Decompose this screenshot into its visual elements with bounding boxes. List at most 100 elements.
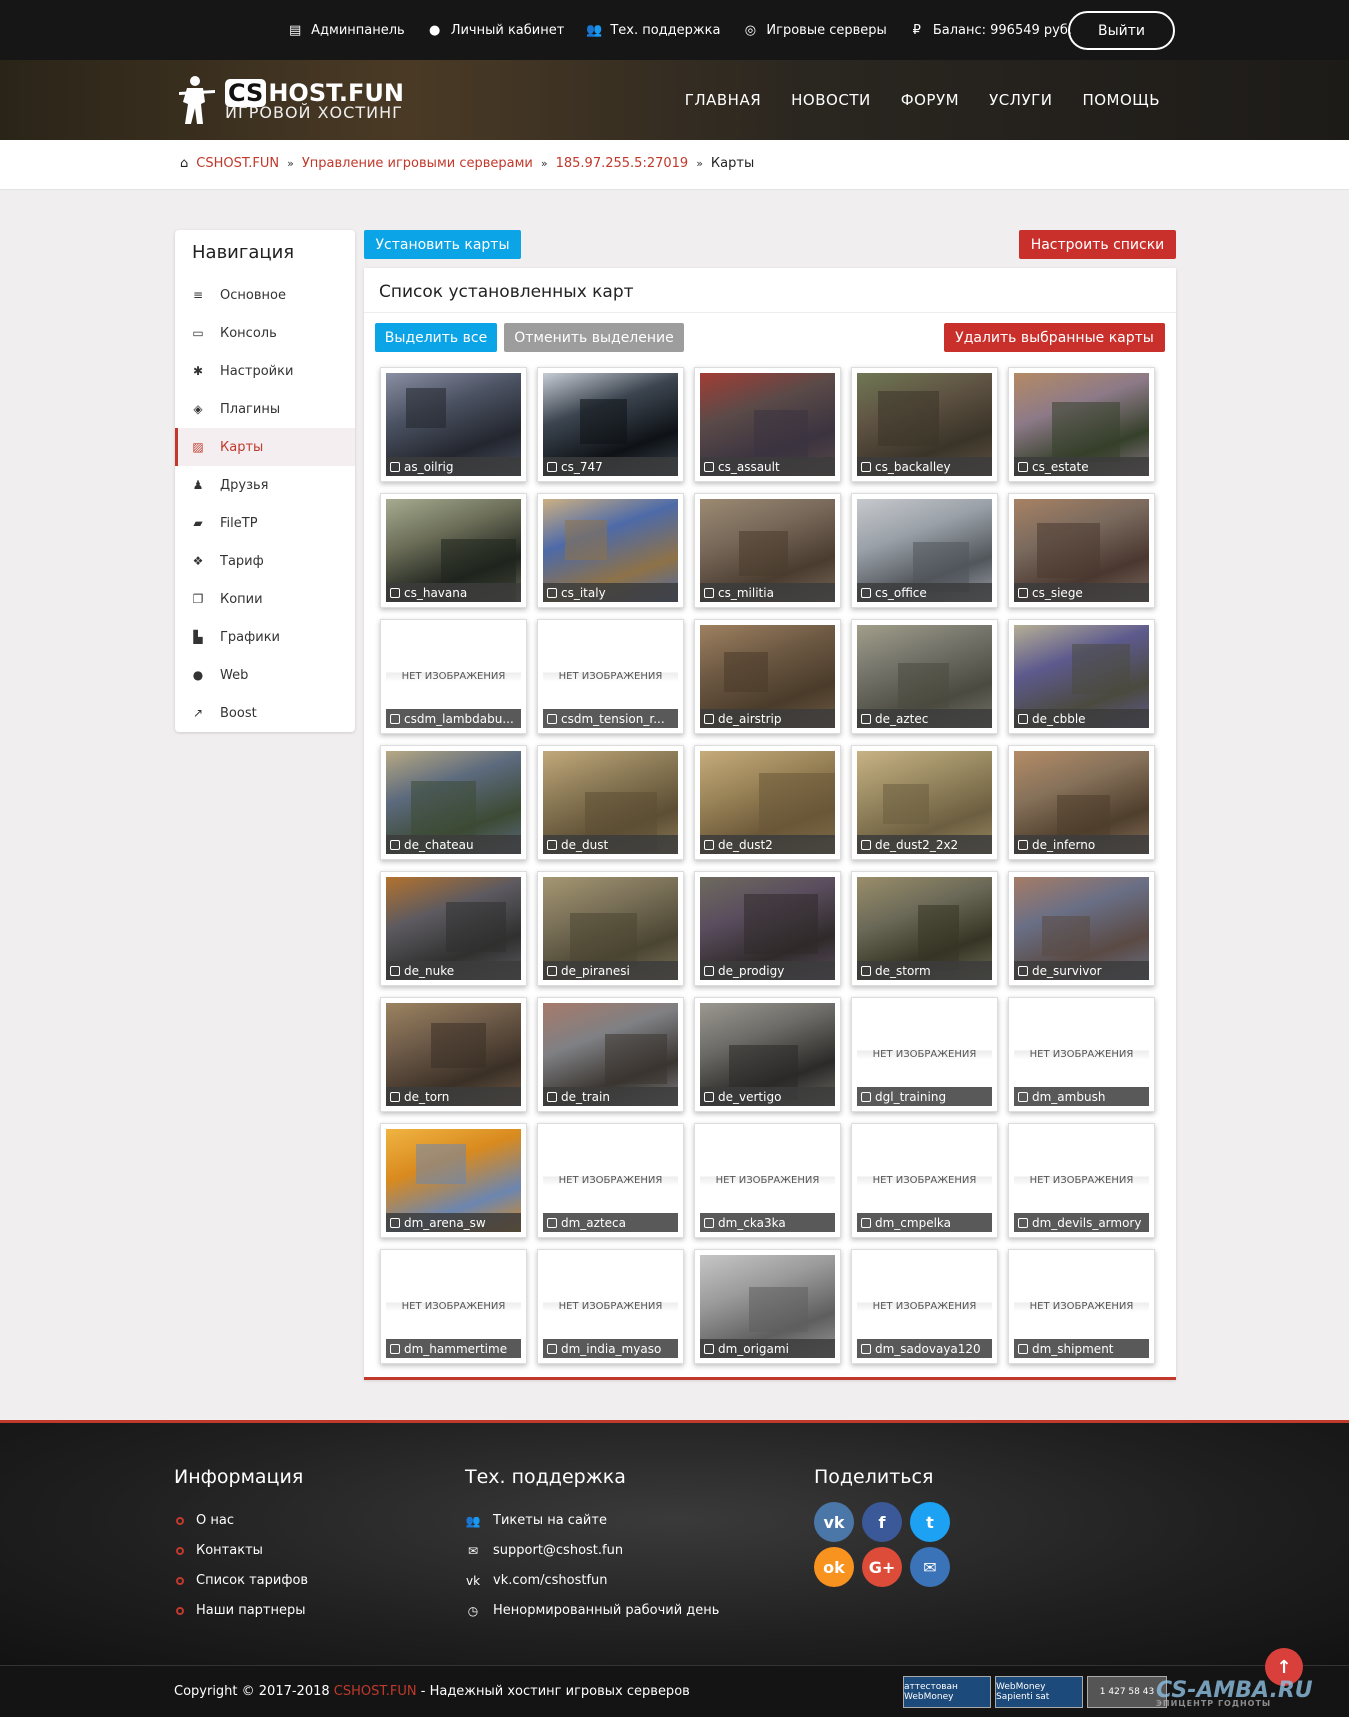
- top-nav-item-2[interactable]: 👥 Тех. поддержка: [586, 23, 720, 38]
- sidebar-item-2[interactable]: ✱ Настройки: [175, 352, 355, 390]
- map-checkbox[interactable]: [390, 839, 400, 850]
- map-checkbox[interactable]: [390, 713, 400, 724]
- sidebar-item-10[interactable]: ● Web: [175, 656, 355, 694]
- map-checkbox[interactable]: [547, 839, 557, 850]
- map-card[interactable]: НЕТ ИЗОБРАЖЕНИЯ dm_devils_armory: [1008, 1123, 1155, 1238]
- copyright-brand-link[interactable]: CSHOST.FUN: [334, 1684, 417, 1699]
- map-checkbox[interactable]: [547, 587, 557, 598]
- top-nav-item-1[interactable]: ● Личный кабинет: [427, 23, 564, 38]
- map-card[interactable]: de_dust: [537, 745, 684, 860]
- map-checkbox[interactable]: [861, 587, 871, 598]
- map-card[interactable]: cs_backalley: [851, 367, 998, 482]
- map-card[interactable]: cs_747: [537, 367, 684, 482]
- map-checkbox[interactable]: [547, 1343, 557, 1354]
- deselect-button[interactable]: Отменить выделение: [504, 323, 684, 352]
- map-checkbox[interactable]: [1018, 965, 1028, 976]
- install-maps-button[interactable]: Установить карты: [364, 230, 521, 259]
- sidebar-item-8[interactable]: ❐ Копии: [175, 580, 355, 618]
- odnoklassniki-icon[interactable]: ok: [814, 1547, 854, 1587]
- map-checkbox[interactable]: [861, 1217, 871, 1228]
- map-checkbox[interactable]: [861, 839, 871, 850]
- main-nav-item-3[interactable]: УСЛУГИ: [989, 91, 1052, 109]
- vk-icon[interactable]: vk: [814, 1502, 854, 1542]
- map-checkbox[interactable]: [1018, 713, 1028, 724]
- map-checkbox[interactable]: [704, 461, 714, 472]
- map-card[interactable]: cs_havana: [380, 493, 527, 608]
- sidebar-item-5[interactable]: ♟ Друзья: [175, 466, 355, 504]
- map-checkbox[interactable]: [390, 461, 400, 472]
- payment-badge[interactable]: аттестован WebMoney: [903, 1676, 991, 1708]
- twitter-icon[interactable]: t: [910, 1502, 950, 1542]
- sidebar-item-9[interactable]: ▙ Графики: [175, 618, 355, 656]
- map-card[interactable]: dm_arena_sw: [380, 1123, 527, 1238]
- map-card[interactable]: de_prodigy: [694, 871, 841, 986]
- map-checkbox[interactable]: [1018, 839, 1028, 850]
- footer-info-item[interactable]: Наши партнеры: [176, 1601, 308, 1620]
- map-card[interactable]: НЕТ ИЗОБРАЖЕНИЯ dm_sadovaya120: [851, 1249, 998, 1364]
- select-all-button[interactable]: Выделить все: [375, 323, 497, 352]
- map-card[interactable]: de_survivor: [1008, 871, 1155, 986]
- map-card[interactable]: de_vertigo: [694, 997, 841, 1112]
- map-card[interactable]: cs_estate: [1008, 367, 1155, 482]
- map-checkbox[interactable]: [547, 1091, 557, 1102]
- main-nav-item-0[interactable]: ГЛАВНАЯ: [685, 91, 761, 109]
- footer-info-item[interactable]: О нас: [176, 1511, 308, 1530]
- map-checkbox[interactable]: [861, 1343, 871, 1354]
- map-card[interactable]: de_storm: [851, 871, 998, 986]
- map-card[interactable]: de_train: [537, 997, 684, 1112]
- breadcrumb-link-0[interactable]: CSHOST.FUN: [196, 156, 279, 171]
- breadcrumb-link-2[interactable]: 185.97.255.5:27019: [556, 156, 689, 171]
- map-checkbox[interactable]: [704, 713, 714, 724]
- map-card[interactable]: de_aztec: [851, 619, 998, 734]
- map-checkbox[interactable]: [547, 713, 557, 724]
- map-checkbox[interactable]: [1018, 1343, 1028, 1354]
- map-checkbox[interactable]: [547, 1217, 557, 1228]
- email-icon[interactable]: ✉: [910, 1547, 950, 1587]
- logout-button[interactable]: Выйти: [1068, 11, 1175, 50]
- sidebar-item-7[interactable]: ❖ Тариф: [175, 542, 355, 580]
- map-card[interactable]: de_dust2_2x2: [851, 745, 998, 860]
- map-checkbox[interactable]: [390, 1217, 400, 1228]
- map-checkbox[interactable]: [704, 965, 714, 976]
- footer-support-item[interactable]: ◷ Ненормированный рабочий день: [465, 1601, 720, 1620]
- map-checkbox[interactable]: [704, 1217, 714, 1228]
- site-logo[interactable]: CS HOST.FUN ИГРОВОЙ ХОСТИНГ: [175, 74, 404, 126]
- payment-badge[interactable]: WebMoney Sapienti sat: [995, 1676, 1083, 1708]
- footer-support-item[interactable]: 👥 Тикеты на сайте: [465, 1511, 719, 1530]
- map-checkbox[interactable]: [704, 1343, 714, 1354]
- main-nav-item-4[interactable]: ПОМОЩЬ: [1082, 91, 1160, 109]
- sidebar-item-4[interactable]: ▨ Карты: [175, 428, 355, 466]
- map-card[interactable]: cs_assault: [694, 367, 841, 482]
- map-checkbox[interactable]: [547, 461, 557, 472]
- map-checkbox[interactable]: [390, 587, 400, 598]
- map-card[interactable]: cs_siege: [1008, 493, 1155, 608]
- map-checkbox[interactable]: [704, 839, 714, 850]
- facebook-icon[interactable]: f: [862, 1502, 902, 1542]
- map-checkbox[interactable]: [1018, 1217, 1028, 1228]
- footer-info-item[interactable]: Список тарифов: [176, 1571, 308, 1590]
- map-card[interactable]: de_torn: [380, 997, 527, 1112]
- map-card[interactable]: НЕТ ИЗОБРАЖЕНИЯ dm_cmpelka: [851, 1123, 998, 1238]
- map-card[interactable]: cs_militia: [694, 493, 841, 608]
- map-card[interactable]: НЕТ ИЗОБРАЖЕНИЯ dm_shipment: [1008, 1249, 1155, 1364]
- map-checkbox[interactable]: [390, 1091, 400, 1102]
- map-card[interactable]: НЕТ ИЗОБРАЖЕНИЯ dm_india_myaso: [537, 1249, 684, 1364]
- map-checkbox[interactable]: [861, 965, 871, 976]
- map-checkbox[interactable]: [1018, 587, 1028, 598]
- top-nav-item-0[interactable]: ▤ Админпанель: [287, 23, 405, 38]
- map-checkbox[interactable]: [1018, 461, 1028, 472]
- map-checkbox[interactable]: [704, 1091, 714, 1102]
- map-checkbox[interactable]: [390, 1343, 400, 1354]
- map-card[interactable]: НЕТ ИЗОБРАЖЕНИЯ dm_ambush: [1008, 997, 1155, 1112]
- map-card[interactable]: as_oilrig: [380, 367, 527, 482]
- top-nav-item-3[interactable]: ◎ Игровые серверы: [742, 23, 887, 38]
- map-card[interactable]: cs_office: [851, 493, 998, 608]
- map-card[interactable]: НЕТ ИЗОБРАЖЕНИЯ dm_cka3ka: [694, 1123, 841, 1238]
- map-checkbox[interactable]: [861, 1091, 871, 1102]
- payment-badge[interactable]: 1 427 58 43: [1087, 1676, 1167, 1708]
- sidebar-item-3[interactable]: ◈ Плагины: [175, 390, 355, 428]
- map-card[interactable]: НЕТ ИЗОБРАЖЕНИЯ dm_hammertime: [380, 1249, 527, 1364]
- main-nav-item-2[interactable]: ФОРУМ: [901, 91, 959, 109]
- map-checkbox[interactable]: [861, 713, 871, 724]
- map-checkbox[interactable]: [547, 965, 557, 976]
